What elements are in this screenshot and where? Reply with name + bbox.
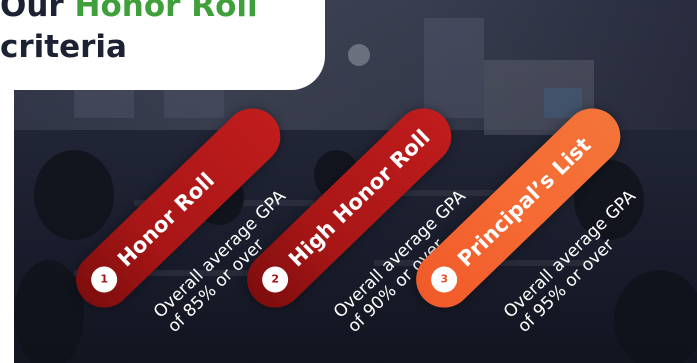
title-prefix: Our — [0, 0, 64, 24]
title-accent: Honor Roll — [74, 0, 258, 24]
criterion-number-badge: 2 — [262, 266, 289, 293]
criterion-number-badge: 1 — [91, 266, 118, 293]
title-card: Our Honor Roll criteria — [0, 0, 325, 90]
page-title: Our Honor Roll criteria — [0, 0, 258, 68]
criterion-number-badge: 3 — [431, 266, 458, 293]
title-line2: criteria — [0, 29, 127, 65]
